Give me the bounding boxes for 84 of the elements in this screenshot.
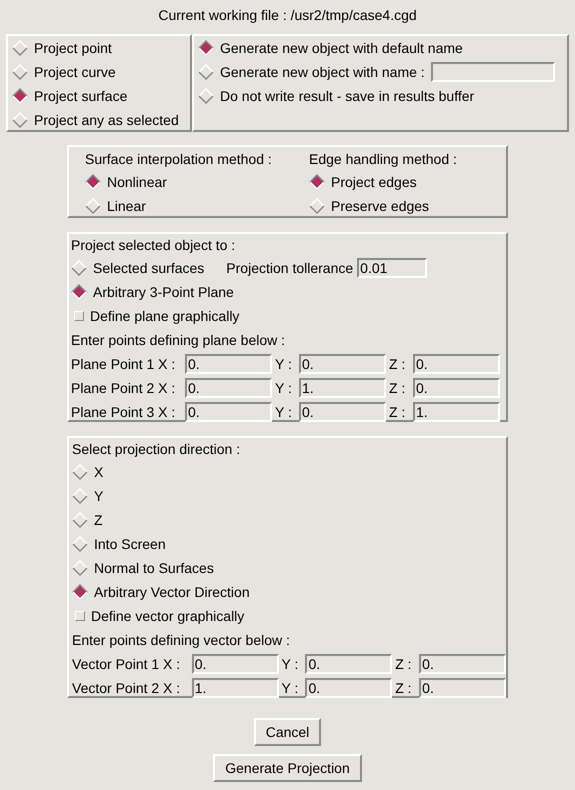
section-label: Enter points defining vector below : bbox=[72, 630, 291, 650]
radio-label: Normal to Surfaces bbox=[94, 558, 214, 578]
input-field[interactable]: 0. bbox=[419, 654, 506, 674]
input-field[interactable]: 0. bbox=[413, 378, 500, 398]
radio-selected-icon[interactable] bbox=[72, 584, 88, 600]
point-label: Vector Point 1 X : bbox=[72, 654, 182, 674]
radio-icon[interactable] bbox=[198, 64, 214, 80]
axis-label: Z : bbox=[388, 402, 406, 422]
input-field[interactable]: 0. bbox=[185, 402, 272, 422]
axis-label: Z : bbox=[388, 378, 406, 398]
working-file-title: Current working file : /usr2/tmp/case4.cgd bbox=[157, 6, 418, 25]
input-field[interactable]: 0.01 bbox=[357, 258, 428, 278]
radio-label: Selected surfaces bbox=[93, 258, 204, 278]
radio-label: Z bbox=[94, 510, 103, 530]
radio-label: Generate new object with name : bbox=[220, 62, 425, 82]
radio-label: Do not write result - save in results buffer bbox=[220, 86, 474, 106]
group-title: Edge handling method : bbox=[309, 150, 457, 169]
radio-label: Y bbox=[94, 486, 104, 506]
field-label: Projection tollerance bbox=[226, 258, 354, 278]
radio-label: Arbitrary Vector Direction bbox=[94, 582, 250, 602]
input-field[interactable]: 0. bbox=[299, 402, 386, 422]
radio-selected-icon[interactable] bbox=[198, 40, 214, 56]
input-field[interactable]: 0. bbox=[185, 354, 272, 374]
radio-icon[interactable] bbox=[85, 198, 101, 214]
point-label: Plane Point 2 X : bbox=[71, 378, 176, 398]
input-field[interactable]: 0. bbox=[413, 354, 500, 374]
checkbox-label: Define vector graphically bbox=[91, 606, 244, 626]
axis-label: Z : bbox=[394, 678, 413, 698]
dialog-button[interactable]: Cancel bbox=[254, 718, 322, 746]
radio-label: X bbox=[94, 462, 104, 482]
input-field[interactable]: 0. bbox=[419, 678, 506, 698]
radio-icon[interactable] bbox=[71, 260, 87, 276]
section-title: Select projection direction : bbox=[72, 440, 242, 459]
radio-icon[interactable] bbox=[72, 560, 88, 576]
axis-label: Y : bbox=[280, 678, 300, 698]
section-title: Project selected object to : bbox=[71, 236, 236, 255]
axis-label: Y : bbox=[274, 378, 293, 398]
axis-label: Z : bbox=[394, 654, 413, 674]
radio-selected-icon[interactable] bbox=[71, 284, 87, 300]
radio-label: Into Screen bbox=[94, 534, 166, 554]
checkbox[interactable] bbox=[75, 611, 85, 621]
input-field[interactable] bbox=[430, 62, 555, 82]
radio-label: Project edges bbox=[331, 172, 417, 192]
radio-label: Linear bbox=[107, 196, 146, 216]
radio-selected-icon[interactable] bbox=[12, 88, 28, 104]
point-label: Plane Point 1 X : bbox=[71, 354, 176, 374]
checkbox[interactable] bbox=[74, 311, 84, 321]
radio-label: Generate new object with default name bbox=[220, 38, 463, 58]
radio-icon[interactable] bbox=[12, 40, 28, 56]
group-title: Surface interpolation method : bbox=[85, 150, 273, 169]
radio-label: Preserve edges bbox=[331, 196, 430, 216]
input-field[interactable]: 1. bbox=[192, 678, 278, 698]
radio-icon[interactable] bbox=[72, 512, 88, 528]
input-field[interactable]: 1. bbox=[299, 378, 386, 398]
input-field[interactable]: 0. bbox=[192, 654, 278, 674]
radio-icon[interactable] bbox=[72, 536, 88, 552]
radio-label: Project surface bbox=[34, 86, 128, 106]
axis-label: Y : bbox=[274, 354, 293, 374]
axis-label: Y : bbox=[280, 654, 300, 674]
radio-icon[interactable] bbox=[72, 464, 88, 480]
radio-icon[interactable] bbox=[309, 198, 325, 214]
axis-label: Y : bbox=[274, 402, 293, 422]
checkbox-label: Define plane graphically bbox=[90, 306, 240, 326]
radio-label: Nonlinear bbox=[107, 172, 167, 192]
section-label: Enter points defining plane below : bbox=[71, 330, 286, 350]
input-field[interactable]: 0. bbox=[305, 678, 392, 698]
input-field[interactable]: 1. bbox=[413, 402, 500, 422]
axis-label: Z : bbox=[388, 354, 406, 374]
point-label: Plane Point 3 X : bbox=[71, 402, 176, 422]
radio-icon[interactable] bbox=[198, 88, 214, 104]
radio-icon[interactable] bbox=[12, 64, 28, 80]
point-label: Vector Point 2 X : bbox=[72, 678, 182, 698]
dialog-button[interactable]: Generate Projection bbox=[213, 754, 362, 782]
input-field[interactable]: 0. bbox=[299, 354, 386, 374]
radio-label: Project any as selected bbox=[34, 110, 179, 130]
radio-selected-icon[interactable] bbox=[85, 174, 101, 190]
radio-selected-icon[interactable] bbox=[309, 174, 325, 190]
radio-label: Project curve bbox=[34, 62, 116, 82]
radio-label: Arbitrary 3-Point Plane bbox=[93, 282, 234, 302]
radio-label: Project point bbox=[34, 38, 112, 58]
input-field[interactable]: 0. bbox=[185, 378, 272, 398]
radio-icon[interactable] bbox=[72, 488, 88, 504]
input-field[interactable]: 0. bbox=[305, 654, 392, 674]
radio-icon[interactable] bbox=[12, 112, 28, 128]
